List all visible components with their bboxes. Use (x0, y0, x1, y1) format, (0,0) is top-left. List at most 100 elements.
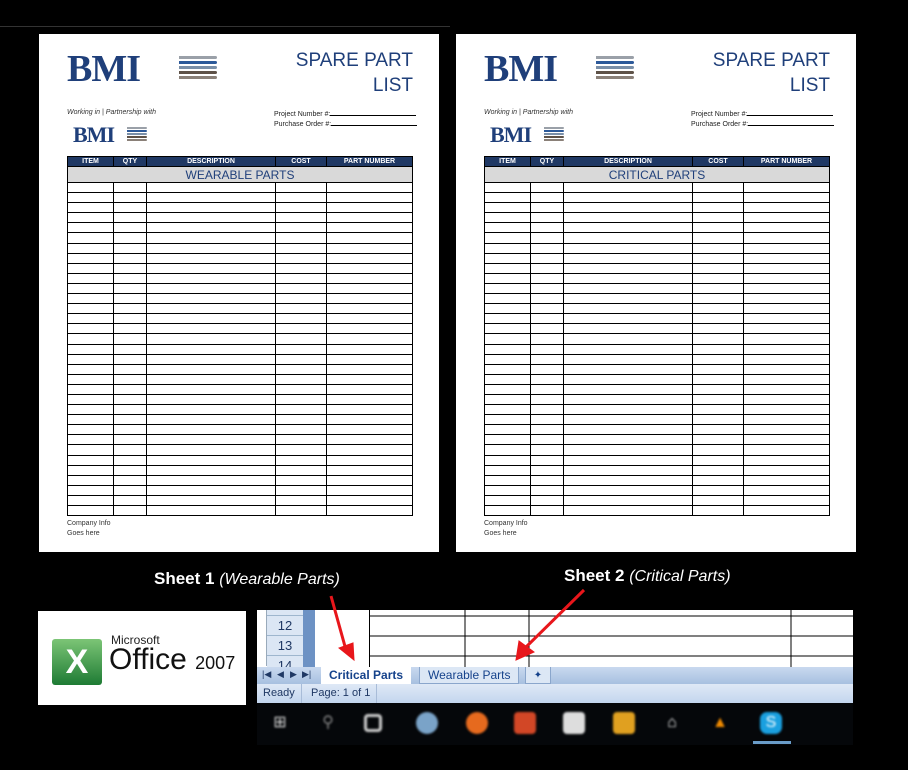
table-cell[interactable] (530, 222, 564, 234)
table-cell[interactable] (743, 353, 830, 365)
table-cell[interactable] (326, 444, 413, 456)
table-cell[interactable] (743, 212, 830, 224)
table-cell[interactable] (146, 252, 276, 264)
table-cell[interactable] (692, 363, 744, 375)
table-cell[interactable] (67, 414, 114, 426)
table-cell[interactable] (484, 414, 531, 426)
table-cell[interactable] (326, 504, 413, 517)
table-cell[interactable] (326, 313, 413, 325)
table-cell[interactable] (484, 293, 531, 305)
table-cell[interactable] (692, 383, 744, 395)
table-cell[interactable] (484, 444, 531, 456)
table-cell[interactable] (743, 272, 830, 284)
table-cell[interactable] (326, 494, 413, 507)
table-cell[interactable] (563, 242, 693, 254)
table-cell[interactable] (563, 303, 693, 315)
table-cell[interactable] (530, 484, 564, 496)
table-cell[interactable] (530, 192, 564, 204)
table-cell[interactable] (530, 303, 564, 315)
table-cell[interactable] (113, 181, 147, 194)
table-cell[interactable] (275, 242, 327, 254)
table-cell[interactable] (692, 353, 744, 365)
row-header[interactable]: 12 (267, 616, 303, 636)
table-cell[interactable] (326, 353, 413, 365)
table-cell[interactable] (113, 484, 147, 496)
table-cell[interactable] (692, 232, 744, 244)
table-cell[interactable] (146, 282, 276, 295)
table-cell[interactable] (692, 373, 744, 385)
table-cell[interactable] (67, 181, 114, 194)
table-cell[interactable] (146, 383, 276, 395)
table-cell[interactable] (146, 484, 276, 496)
table-cell[interactable] (326, 272, 413, 284)
table-cell[interactable] (692, 181, 744, 194)
table-cell[interactable] (563, 222, 693, 234)
table-cell[interactable] (275, 313, 327, 325)
table-cell[interactable] (563, 323, 693, 335)
table-cell[interactable] (743, 313, 830, 325)
table-cell[interactable] (113, 212, 147, 224)
table-cell[interactable] (275, 343, 327, 355)
table-cell[interactable] (530, 181, 564, 194)
table-cell[interactable] (113, 343, 147, 355)
table-cell[interactable] (146, 272, 276, 284)
table-cell[interactable] (326, 333, 413, 345)
table-cell[interactable] (692, 504, 744, 517)
table-cell[interactable] (530, 313, 564, 325)
table-cell[interactable] (484, 464, 531, 476)
table-cell[interactable] (692, 222, 744, 234)
paint-icon[interactable] (416, 712, 438, 734)
last-sheet-icon[interactable]: ▶| (302, 669, 311, 680)
table-cell[interactable] (484, 373, 531, 385)
table-cell[interactable] (484, 252, 531, 264)
table-cell[interactable] (146, 464, 276, 476)
table-cell[interactable] (275, 383, 327, 395)
table-cell[interactable] (275, 262, 327, 274)
table-cell[interactable] (692, 494, 744, 507)
table-cell[interactable] (326, 434, 413, 446)
table-cell[interactable] (692, 272, 744, 284)
store-icon[interactable] (563, 712, 585, 734)
table-cell[interactable] (563, 212, 693, 224)
table-cell[interactable] (563, 353, 693, 365)
table-cell[interactable] (275, 181, 327, 194)
table-cell[interactable] (275, 252, 327, 264)
table-cell[interactable] (275, 494, 327, 507)
table-cell[interactable] (67, 222, 114, 234)
table-cell[interactable] (146, 424, 276, 436)
table-cell[interactable] (563, 444, 693, 456)
table-cell[interactable] (67, 444, 114, 456)
table-cell[interactable] (275, 373, 327, 385)
first-sheet-icon[interactable]: |◀ (262, 669, 271, 680)
table-cell[interactable] (743, 424, 830, 436)
table-cell[interactable] (692, 282, 744, 295)
purchase-order-field[interactable] (748, 119, 835, 126)
table-cell[interactable] (146, 494, 276, 507)
table-cell[interactable] (146, 293, 276, 305)
table-cell[interactable] (743, 373, 830, 385)
table-cell[interactable] (275, 333, 327, 345)
table-cell[interactable] (692, 343, 744, 355)
table-cell[interactable] (67, 474, 114, 486)
table-cell[interactable] (484, 232, 531, 244)
table-cell[interactable] (563, 373, 693, 385)
table-cell[interactable] (530, 293, 564, 305)
table-cell[interactable] (563, 383, 693, 395)
table-cell[interactable] (146, 212, 276, 224)
table-cell[interactable] (484, 222, 531, 234)
table-cell[interactable] (113, 404, 147, 416)
table-cell[interactable] (275, 363, 327, 375)
table-cell[interactable] (275, 504, 327, 517)
table-cell[interactable] (692, 333, 744, 345)
table-cell[interactable] (484, 454, 531, 466)
table-cell[interactable] (67, 293, 114, 305)
table-cell[interactable] (563, 181, 693, 194)
table-cell[interactable] (563, 434, 693, 446)
table-cell[interactable] (743, 464, 830, 476)
table-cell[interactable] (275, 232, 327, 244)
table-cell[interactable] (692, 393, 744, 406)
cell-grid[interactable] (369, 610, 853, 668)
table-cell[interactable] (326, 393, 413, 406)
table-cell[interactable] (67, 404, 114, 416)
table-cell[interactable] (484, 282, 531, 295)
